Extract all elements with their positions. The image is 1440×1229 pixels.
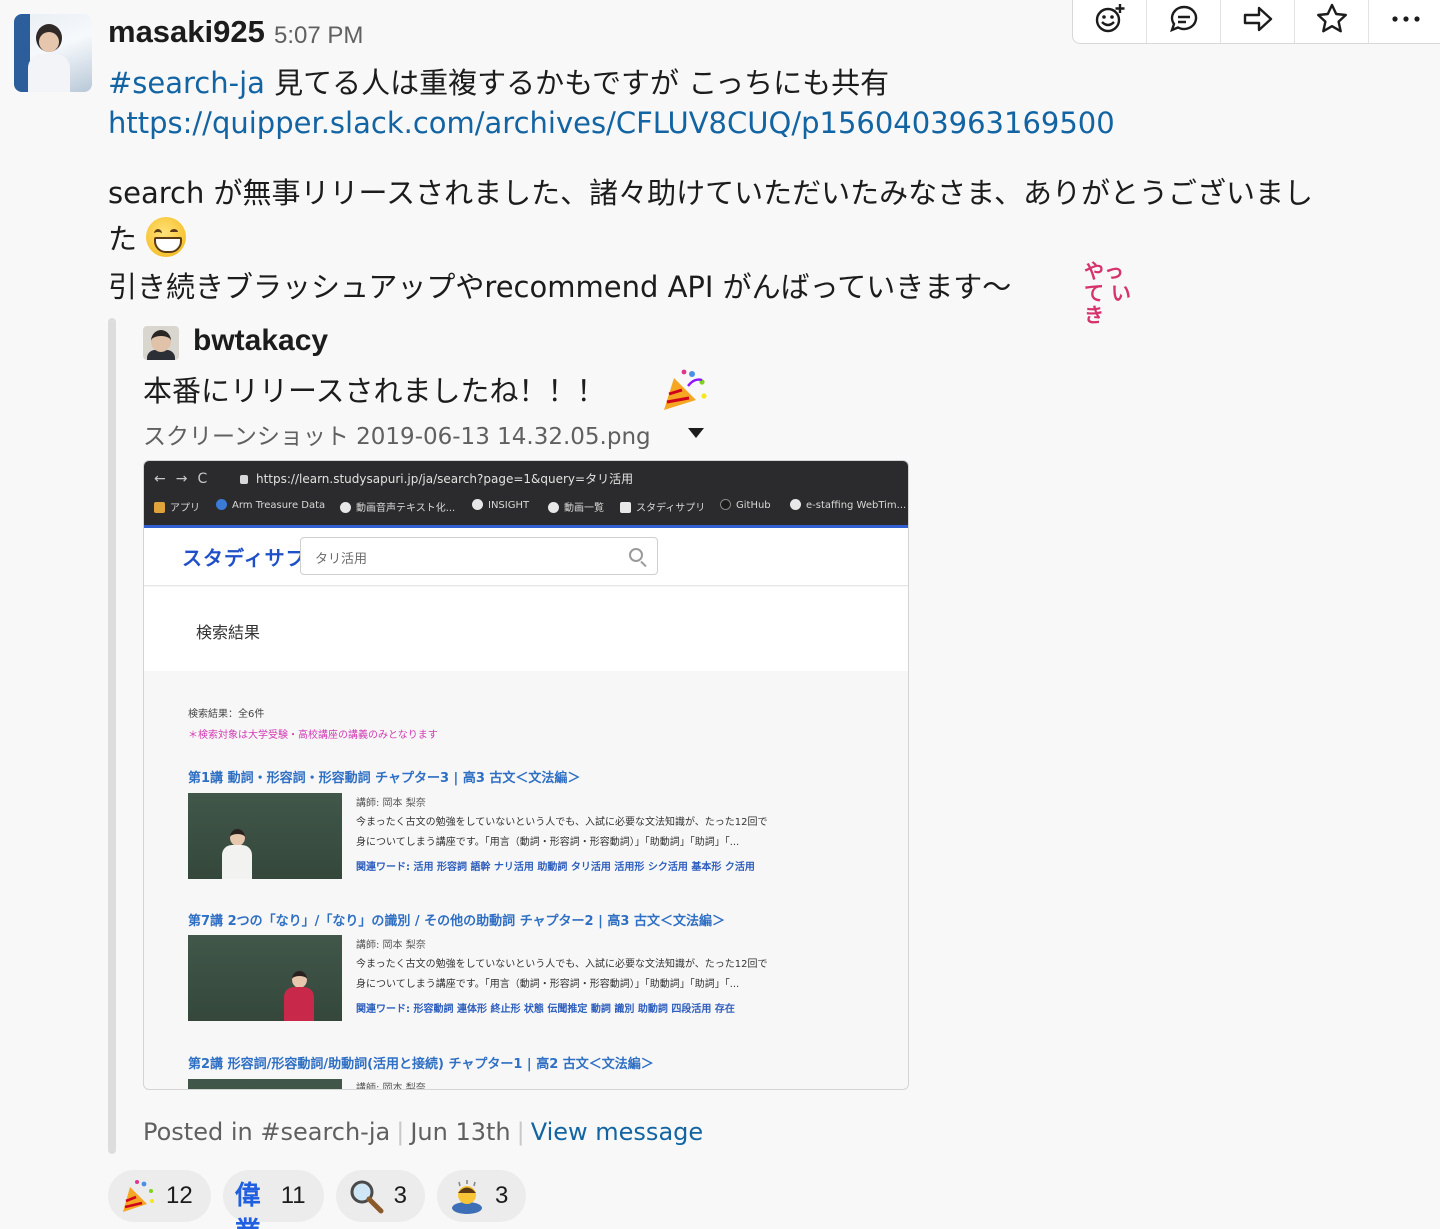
reaction-count: 3 xyxy=(393,1182,407,1209)
attachment-file-name[interactable]: スクリーンショット 2019-06-13 14.32.05.png xyxy=(143,417,651,451)
bookmark-transcription: 動画音声テキスト化... xyxy=(340,499,455,514)
reaction-count: 12 xyxy=(166,1182,193,1209)
bookmark-e-staffing: e-staffing WebTim... xyxy=(790,499,906,511)
lecturer-figure xyxy=(222,829,252,879)
browser-nav-icons: ←→C xyxy=(154,471,218,487)
archive-url-link[interactable]: https://quipper.slack.com/archives/CFLUV… xyxy=(108,106,1115,140)
quoted-text: 本番にリリースされましたね！！！ xyxy=(143,374,606,408)
quote-bar xyxy=(108,318,116,1154)
result-description: 今まったく古文の勉強をしていないという人でも、入試に必要な文法知識が、たった12… xyxy=(356,959,768,990)
reactions-bar: 12 偉業 11 3 3 xyxy=(108,1170,527,1229)
bookmark-insight: INSIGHT xyxy=(472,499,529,511)
share-message-button[interactable] xyxy=(1221,0,1295,43)
chevron-down-icon[interactable] xyxy=(688,428,704,438)
more-icon xyxy=(1392,16,1420,22)
avatar-body xyxy=(28,54,70,92)
author-avatar[interactable] xyxy=(14,14,92,92)
message-author[interactable]: masaki925 xyxy=(108,14,265,50)
results-count: 検索結果：全6件 xyxy=(188,709,265,720)
star-icon xyxy=(1316,3,1347,33)
bookmark-apps: アプリ xyxy=(154,499,200,514)
reaction-bowing-person[interactable]: 3 xyxy=(436,1170,527,1222)
posted-date[interactable]: Jun 13th xyxy=(410,1118,510,1146)
message-timestamp[interactable]: 5:07 PM xyxy=(274,22,363,50)
browser-chrome: ←→C https://learn.studysapuri.jp/ja/sear… xyxy=(144,461,908,525)
apps-grid-icon xyxy=(154,502,165,513)
search-icon xyxy=(629,548,643,562)
bookmark-studysapuri: スタディサプリ xyxy=(620,499,705,514)
view-message-link[interactable]: View message xyxy=(531,1118,703,1146)
quoted-author[interactable]: bwtakacy xyxy=(193,324,328,358)
reaction-igyo[interactable]: 偉業 11 xyxy=(222,1170,324,1229)
quoted-author-avatar[interactable] xyxy=(143,326,179,360)
chalkboard xyxy=(188,1079,342,1089)
bookmark-videos: 動画一覧 xyxy=(548,499,604,514)
message-actions-toolbar xyxy=(1072,0,1440,44)
footer-separator: | xyxy=(396,1118,405,1146)
bookmark-arm-treasure-data: Arm Treasure Data xyxy=(216,499,325,511)
result-keywords: 関連ワード: 形容動詞 連体形 終止形 状態 伝聞推定 動詞 識別 助動詞 四段… xyxy=(356,1004,735,1015)
result-description: 今まったく古文の勉強をしていないという人でも、入試に必要な文法知識が、たった12… xyxy=(356,817,768,848)
save-message-button[interactable] xyxy=(1295,0,1369,43)
site-search-value: タリ活用 xyxy=(315,552,368,567)
message-line-4: た xyxy=(108,216,187,258)
browser-url: https://learn.studysapuri.jp/ja/search?p… xyxy=(240,470,900,488)
github-icon xyxy=(720,499,731,510)
results-heading: 検索結果 xyxy=(196,623,261,642)
globe-icon xyxy=(472,499,483,510)
site-header: スタディサプリ タリ活用 xyxy=(144,528,908,586)
avatar-face xyxy=(39,32,59,52)
bowing-person-icon xyxy=(451,1180,482,1214)
message-text-5: 引き続きブラッシュアップやrecommend API がんばっていきます〜 xyxy=(108,270,1012,304)
add-reaction-button[interactable] xyxy=(1073,0,1147,43)
chalkboard xyxy=(188,793,342,879)
message-text-1: 見てる人は重複するかもですが こっちにも共有 xyxy=(264,66,890,100)
result-title: 第7講 2つの「なり」/「なり」の識別 / その他の助動詞 チャプター2 | 高… xyxy=(188,914,725,929)
reply-in-thread-button[interactable] xyxy=(1147,0,1221,43)
result-title: 第1講 動詞・形容詞・形容動詞 チャプター3 | 高3 古文＜文法編＞ xyxy=(188,771,581,786)
result-title: 第2講 形容詞/形容動詞/助動詞(活用と接続) チャプター1 | 高2 古文＜文… xyxy=(188,1057,654,1072)
results-header: 検索結果 xyxy=(144,587,908,671)
reaction-magnifier[interactable]: 3 xyxy=(335,1170,425,1222)
result-thumbnail xyxy=(188,935,342,1021)
share-icon xyxy=(1243,6,1272,32)
igyo-icon: 偉業 xyxy=(234,1181,261,1229)
result-thumbnail xyxy=(188,1079,342,1089)
comment-icon xyxy=(1169,5,1197,33)
bookmark-github: GitHub xyxy=(720,499,771,511)
globe-icon xyxy=(340,502,351,513)
result-teacher: 講師: 岡本 梨奈 xyxy=(356,1083,426,1090)
message-text-3: search が無事リリースされました、諸々助けていただいたみなさま、ありがとう… xyxy=(108,176,1313,210)
result-teacher: 講師: 岡本 梨奈 xyxy=(356,940,426,951)
studysapuri-icon xyxy=(620,502,631,513)
globe-icon xyxy=(548,502,559,513)
footer-separator: | xyxy=(516,1118,525,1146)
site-search-field: タリ活用 xyxy=(300,537,658,575)
reaction-party-popper[interactable]: 12 xyxy=(108,1170,211,1222)
result-teacher: 講師: 岡本 梨奈 xyxy=(356,798,426,809)
message-line-1: #search-ja 見てる人は重複するかもですが こっちにも共有 xyxy=(108,60,889,102)
treasure-data-icon xyxy=(216,499,227,510)
party-popper-icon xyxy=(664,369,707,410)
magnifier-icon xyxy=(350,1180,384,1214)
reaction-count: 3 xyxy=(494,1182,509,1209)
attachment-image[interactable]: ←→C https://learn.studysapuri.jp/ja/sear… xyxy=(143,460,909,1090)
message-text-4: た xyxy=(108,222,147,256)
chalkboard xyxy=(188,935,342,1021)
posted-in-channel[interactable]: Posted in #search-ja xyxy=(143,1118,390,1146)
add-reaction-icon xyxy=(1095,4,1124,33)
reaction-count: 11 xyxy=(280,1182,306,1209)
result-thumbnail xyxy=(188,793,342,879)
globe-icon xyxy=(790,499,801,510)
more-actions-button[interactable] xyxy=(1369,0,1440,43)
result-keywords: 関連ワード: 活用 形容詞 語幹 ナリ活用 助動詞 タリ活用 活用形 シク活用 … xyxy=(356,862,755,873)
lecturer-figure xyxy=(284,971,314,1021)
results-note: ＊検索対象は大学受験・高校講座の講義のみとなります xyxy=(188,730,438,741)
yatteiki-custom-emoji[interactable]: やって いき xyxy=(1084,260,1136,326)
channel-link[interactable]: #search-ja xyxy=(108,66,265,100)
grinning-face-icon[interactable] xyxy=(146,217,187,257)
quoted-avatar-head xyxy=(151,330,171,352)
quote-footer: Posted in #search-ja | Jun 13th | View messa… xyxy=(143,1118,703,1146)
party-popper-icon xyxy=(123,1180,154,1212)
